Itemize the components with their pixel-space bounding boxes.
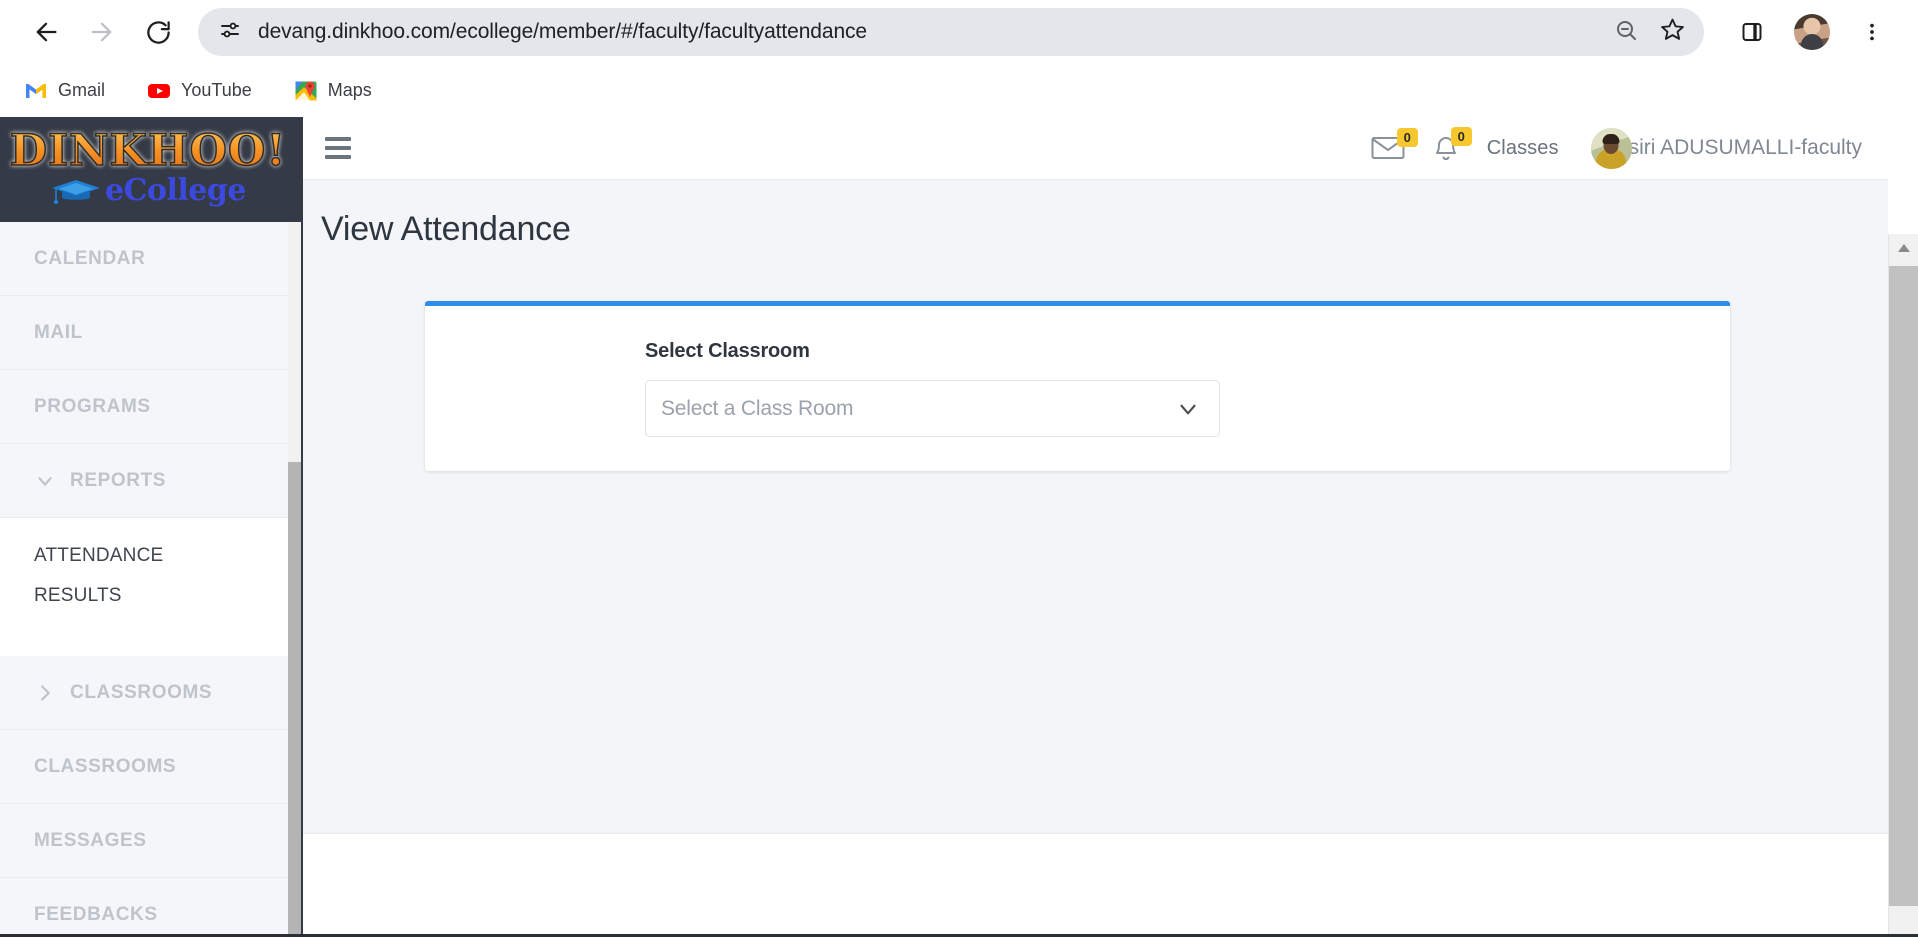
classroom-select[interactable]: Select a Class Room — [645, 380, 1220, 437]
profile-button[interactable] — [1784, 4, 1840, 60]
chrome-menu-button[interactable] — [1844, 4, 1900, 60]
bookmark-youtube[interactable]: YouTube — [141, 73, 258, 109]
sidebar-item-calendar[interactable]: CALENDAR — [0, 222, 296, 296]
page-title: View Attendance — [321, 210, 571, 248]
notifications-button[interactable]: 0 — [1433, 127, 1472, 162]
select-classroom-card: Select Classroom Select a Class Room — [425, 301, 1730, 471]
select-classroom-label: Select Classroom — [645, 340, 810, 362]
page-footer — [303, 833, 1888, 937]
chevron-down-icon — [34, 470, 56, 492]
zoom-out-button[interactable] — [1608, 14, 1644, 50]
sidebar-item-label: REPORTS — [70, 469, 167, 491]
bookmark-label: Gmail — [58, 80, 106, 100]
side-panel-button[interactable] — [1724, 4, 1780, 60]
graduation-cap-icon — [50, 176, 102, 206]
chevron-right-icon — [34, 682, 56, 704]
forward-button[interactable] — [74, 4, 130, 60]
profile-avatar-icon — [1794, 14, 1830, 50]
sidebar-item-classrooms[interactable]: CLASSROOMS — [0, 730, 296, 804]
gmail-icon — [24, 79, 48, 103]
user-avatar-icon — [1590, 127, 1632, 169]
browser-chrome: devang.dinkhoo.com/ecollege/member/#/fac… — [0, 0, 1918, 117]
bookmark-gmail[interactable]: Gmail — [18, 73, 111, 109]
sidebar-item-label: FEEDBACKS — [34, 903, 158, 925]
sidebar-item-mail[interactable]: MAIL — [0, 296, 296, 370]
app-header: 0 0 Classes siri ADUSUMALLI-faculty — [303, 117, 1888, 180]
app-viewport: DINKHOO! eCollege CALENDAR MAIL PROGRAMS… — [0, 117, 1918, 937]
mail-count-badge: 0 — [1396, 128, 1418, 147]
classes-link[interactable]: Classes — [1487, 137, 1559, 160]
side-panel-icon — [1740, 20, 1764, 44]
sidebar-subitem-attendance[interactable]: ATTENDANCE — [0, 536, 296, 576]
youtube-icon — [147, 79, 171, 103]
page-scrollbar-thumb[interactable] — [1889, 266, 1918, 906]
sidebar-item-reports[interactable]: REPORTS — [0, 444, 296, 518]
zoom-out-icon — [1614, 18, 1638, 47]
sidebar-item-label: MESSAGES — [34, 829, 147, 851]
back-arrow-icon — [32, 18, 60, 46]
sidebar-item-feedbacks[interactable]: FEEDBACKS — [0, 878, 296, 937]
three-dot-menu-icon — [1861, 21, 1883, 43]
url-text[interactable]: devang.dinkhoo.com/ecollege/member/#/fac… — [248, 20, 1608, 44]
sidebar-menu: CALENDAR MAIL PROGRAMS REPORTS ATTENDANC… — [0, 222, 296, 937]
site-settings-icon — [218, 18, 242, 47]
bookmark-button[interactable] — [1654, 14, 1690, 50]
bookmark-label: YouTube — [181, 80, 252, 100]
address-bar[interactable]: devang.dinkhoo.com/ecollege/member/#/fac… — [198, 8, 1704, 56]
page-scrollbar-track[interactable] — [1888, 234, 1918, 937]
sidebar-item-messages[interactable]: MESSAGES — [0, 804, 296, 878]
app-logo[interactable]: DINKHOO! eCollege — [0, 117, 296, 222]
sidebar-scrollbar-thumb[interactable] — [288, 462, 301, 937]
forward-arrow-icon — [88, 18, 116, 46]
sidebar-submenu-reports: ATTENDANCE RESULTS — [0, 518, 296, 656]
chevron-down-icon — [1175, 396, 1201, 422]
bookmarks-bar: Gmail YouTube Maps — [0, 64, 1918, 117]
scroll-up-button[interactable] — [1889, 234, 1918, 264]
notification-count-badge: 0 — [1450, 127, 1472, 146]
main-content: 0 0 Classes siri ADUSUMALLI-faculty View… — [303, 117, 1888, 937]
logo-title: DINKHOO! — [9, 125, 287, 176]
classroom-select-value: Select a Class Room — [661, 396, 854, 420]
bookmark-maps[interactable]: Maps — [288, 73, 378, 109]
sidebar-item-label: PROGRAMS — [34, 395, 151, 417]
sidebar: DINKHOO! eCollege CALENDAR MAIL PROGRAMS… — [0, 117, 296, 937]
scroll-up-arrow-icon — [1897, 240, 1911, 258]
sidebar-subitem-results[interactable]: RESULTS — [0, 576, 296, 616]
sidebar-item-label: MAIL — [34, 321, 83, 343]
sidebar-item-label: CALENDAR — [34, 247, 146, 269]
sidebar-item-label: CLASSROOMS — [34, 755, 177, 777]
user-name-label: siri ADUSUMALLI-faculty — [1628, 136, 1862, 159]
reload-button[interactable] — [130, 4, 186, 60]
bookmark-label: Maps — [327, 80, 372, 100]
mail-button[interactable]: 0 — [1371, 128, 1418, 161]
sidebar-item-programs[interactable]: PROGRAMS — [0, 370, 296, 444]
hamburger-menu-icon[interactable] — [325, 137, 355, 159]
browser-toolbar: devang.dinkhoo.com/ecollege/member/#/fac… — [0, 0, 1918, 64]
sidebar-item-label: CLASSROOMS — [70, 681, 213, 703]
sidebar-item-classrooms-group[interactable]: CLASSROOMS — [0, 656, 296, 730]
site-settings-button[interactable] — [212, 14, 248, 50]
google-maps-icon — [294, 79, 318, 103]
back-button[interactable] — [18, 4, 74, 60]
logo-subtitle: eCollege — [105, 172, 246, 208]
user-menu[interactable]: siri ADUSUMALLI-faculty — [1590, 127, 1862, 169]
reload-icon — [145, 19, 172, 46]
star-bookmark-icon — [1660, 17, 1685, 47]
